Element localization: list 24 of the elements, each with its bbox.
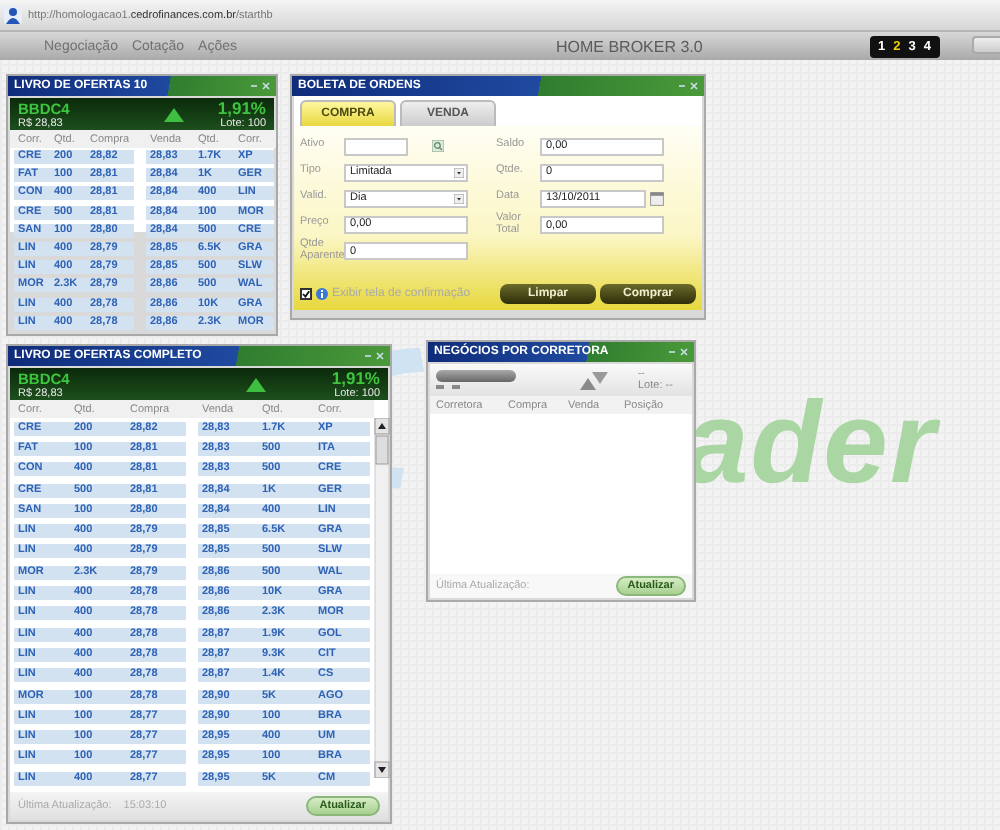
info-icon (316, 288, 328, 300)
logo-text: ader (684, 376, 938, 510)
dropdown-arrow-icon (454, 193, 464, 203)
search-icon[interactable] (432, 140, 444, 152)
checkbox[interactable] (300, 288, 312, 300)
minimize-icon[interactable] (678, 82, 686, 90)
price-change: 1,91% (331, 368, 380, 388)
placeholder-dashes-icon (436, 384, 464, 390)
minimize-icon[interactable] (668, 348, 676, 356)
minimize-icon[interactable] (250, 82, 258, 90)
input-field[interactable] (344, 137, 408, 155)
calendar-icon[interactable] (650, 191, 664, 205)
close-icon[interactable] (262, 82, 270, 90)
scrollbar[interactable] (374, 418, 390, 778)
site-logo-icon (4, 6, 22, 24)
symbol-bar (436, 370, 516, 382)
price-change: 1,91% (217, 98, 266, 118)
toolbar-button[interactable] (972, 36, 1000, 54)
app-title: HOME BROKER 3.0 (556, 37, 703, 55)
dropdown-arrow-icon (454, 167, 464, 177)
close-icon[interactable] (690, 82, 698, 90)
close-icon[interactable] (680, 348, 688, 356)
close-icon[interactable] (376, 352, 384, 360)
minimize-icon[interactable] (364, 352, 372, 360)
